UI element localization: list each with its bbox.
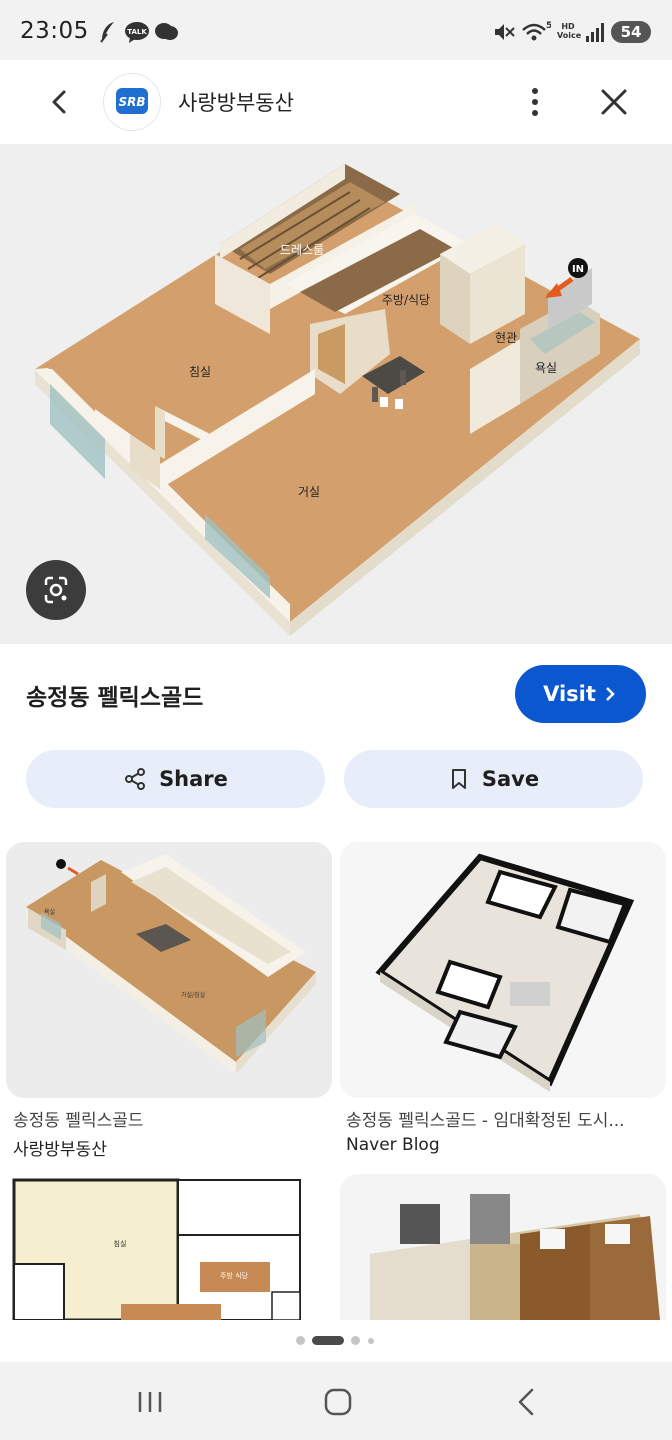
related-image-2	[340, 842, 666, 1098]
related-card-2[interactable]	[340, 842, 666, 1098]
save-button[interactable]: Save	[344, 750, 643, 808]
share-icon	[125, 768, 146, 790]
thumb-label-kitchen: 주방 식당	[220, 1271, 249, 1280]
back-arrow-icon[interactable]	[38, 80, 82, 124]
share-label: Share	[159, 767, 228, 791]
chat-bubble-icon	[155, 23, 178, 40]
hd-voice-indicator: HD Voice	[557, 22, 582, 40]
result-title: 송정동 펠릭스골드	[26, 685, 204, 711]
in-sign-label: IN	[572, 264, 584, 275]
battery-indicator: 54	[611, 21, 651, 43]
related-title-1: 송정동 펠릭스골드	[13, 1111, 144, 1131]
chevron-right-icon	[606, 687, 615, 701]
bookmark-icon	[451, 769, 466, 789]
thumb-label-living: 거실/침실	[181, 991, 205, 999]
signal-icon	[586, 23, 604, 42]
svg-text:5: 5	[546, 21, 551, 31]
related-card-1[interactable]: 욕실 거실/침실	[6, 842, 332, 1098]
recent-apps-icon[interactable]	[128, 1380, 172, 1424]
back-nav-icon[interactable]	[504, 1380, 548, 1424]
page-dot[interactable]	[351, 1336, 360, 1345]
room-label-entry: 현관	[495, 331, 517, 345]
related-image-3: 침실 주방 식당	[6, 1174, 332, 1320]
visit-button[interactable]: Visit	[515, 665, 646, 723]
feather-icon	[100, 22, 114, 43]
room-label-bed: 침실	[189, 365, 211, 379]
talk-icon: TALK	[125, 22, 149, 43]
home-icon[interactable]	[316, 1380, 360, 1424]
related-image-1: 욕실 거실/침실	[6, 842, 332, 1098]
more-options-icon[interactable]	[515, 80, 555, 124]
page-indicator	[0, 1320, 672, 1362]
site-name: 사랑방부동산	[178, 91, 294, 115]
related-card-3[interactable]: 침실 주방 식당	[6, 1174, 332, 1320]
save-label: Save	[481, 767, 540, 791]
room-label-kitchen: 주방/식당	[382, 293, 430, 307]
related-card-4[interactable]	[340, 1174, 666, 1320]
wifi-icon: 5	[522, 21, 551, 41]
site-logo[interactable]: SRB	[104, 74, 160, 130]
share-button[interactable]: Share	[26, 750, 325, 808]
hero-image[interactable]: IN 드레스룸 주방/식당 침실 현관 욕실 거실	[0, 144, 672, 644]
header-bar: SRB 사랑방부동산	[0, 60, 672, 144]
svg-text:TALK: TALK	[127, 28, 147, 36]
status-bar: 23:05 TALK 5 HD Voice 54	[0, 0, 672, 60]
close-icon[interactable]	[592, 80, 636, 124]
system-navigation-bar	[0, 1362, 672, 1440]
page-dot[interactable]	[368, 1338, 374, 1344]
mute-icon	[495, 24, 515, 40]
visit-label: Visit	[543, 682, 596, 706]
svg-text:SRB: SRB	[118, 95, 145, 109]
thumb-label-bath: 욕실	[44, 908, 55, 916]
status-time: 23:05	[20, 18, 89, 44]
related-image-4	[340, 1174, 666, 1320]
room-label-living: 거실	[298, 485, 320, 499]
page-dot[interactable]	[296, 1336, 305, 1345]
floorplan-illustration: IN 드레스룸 주방/식당 침실 현관 욕실 거실	[34, 164, 640, 636]
related-source-2: Naver Blog	[346, 1135, 440, 1155]
lens-search-button[interactable]	[26, 560, 86, 620]
room-label-dress: 드레스룸	[280, 243, 324, 257]
related-source-1: 사랑방부동산	[13, 1140, 107, 1160]
room-label-bath: 욕실	[535, 361, 557, 375]
page-dot-active[interactable]	[312, 1336, 344, 1345]
related-title-2: 송정동 펠릭스골드 - 임대확정된 도시...	[346, 1111, 625, 1131]
google-lens-icon	[44, 576, 68, 604]
srb-logo-icon: SRB	[116, 88, 148, 114]
thumb-label-bed: 침실	[114, 1239, 127, 1248]
